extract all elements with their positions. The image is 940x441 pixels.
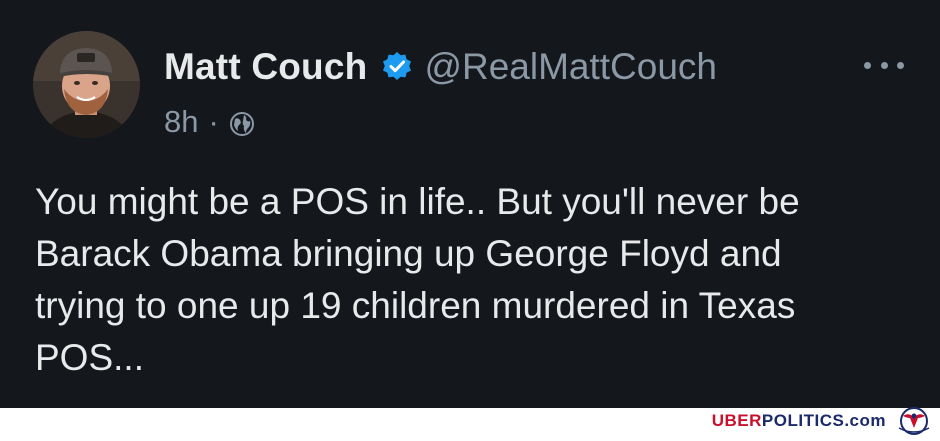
watermark-footer: UBERPOLITICS.com bbox=[0, 406, 940, 436]
tweet-text: You might be a POS in life.. But you'll … bbox=[35, 181, 800, 378]
author-row: Matt Couch @RealMattCouch bbox=[164, 43, 717, 91]
eagle-seal-logo bbox=[894, 406, 934, 436]
user-handle[interactable]: @RealMattCouch bbox=[424, 46, 717, 88]
more-dot bbox=[864, 61, 871, 69]
meta-separator: · bbox=[208, 104, 219, 139]
tweet-card: Matt Couch @RealMattCouch 8h · You might… bbox=[0, 0, 940, 408]
tweet-meta: 8h · bbox=[164, 104, 255, 140]
watermark-part-uber: UBER bbox=[711, 411, 762, 430]
watermark-part-politics: POLITICS.com bbox=[761, 411, 886, 430]
more-dot bbox=[897, 61, 904, 69]
display-name[interactable]: Matt Couch bbox=[164, 46, 367, 88]
more-options-icon[interactable] bbox=[864, 55, 904, 75]
timestamp[interactable]: 8h bbox=[164, 104, 198, 140]
avatar[interactable] bbox=[33, 31, 140, 138]
more-dot bbox=[880, 61, 888, 69]
watermark-text: UBERPOLITICS.com bbox=[712, 411, 886, 431]
globe-icon bbox=[229, 109, 255, 136]
verified-badge-icon bbox=[381, 51, 413, 83]
